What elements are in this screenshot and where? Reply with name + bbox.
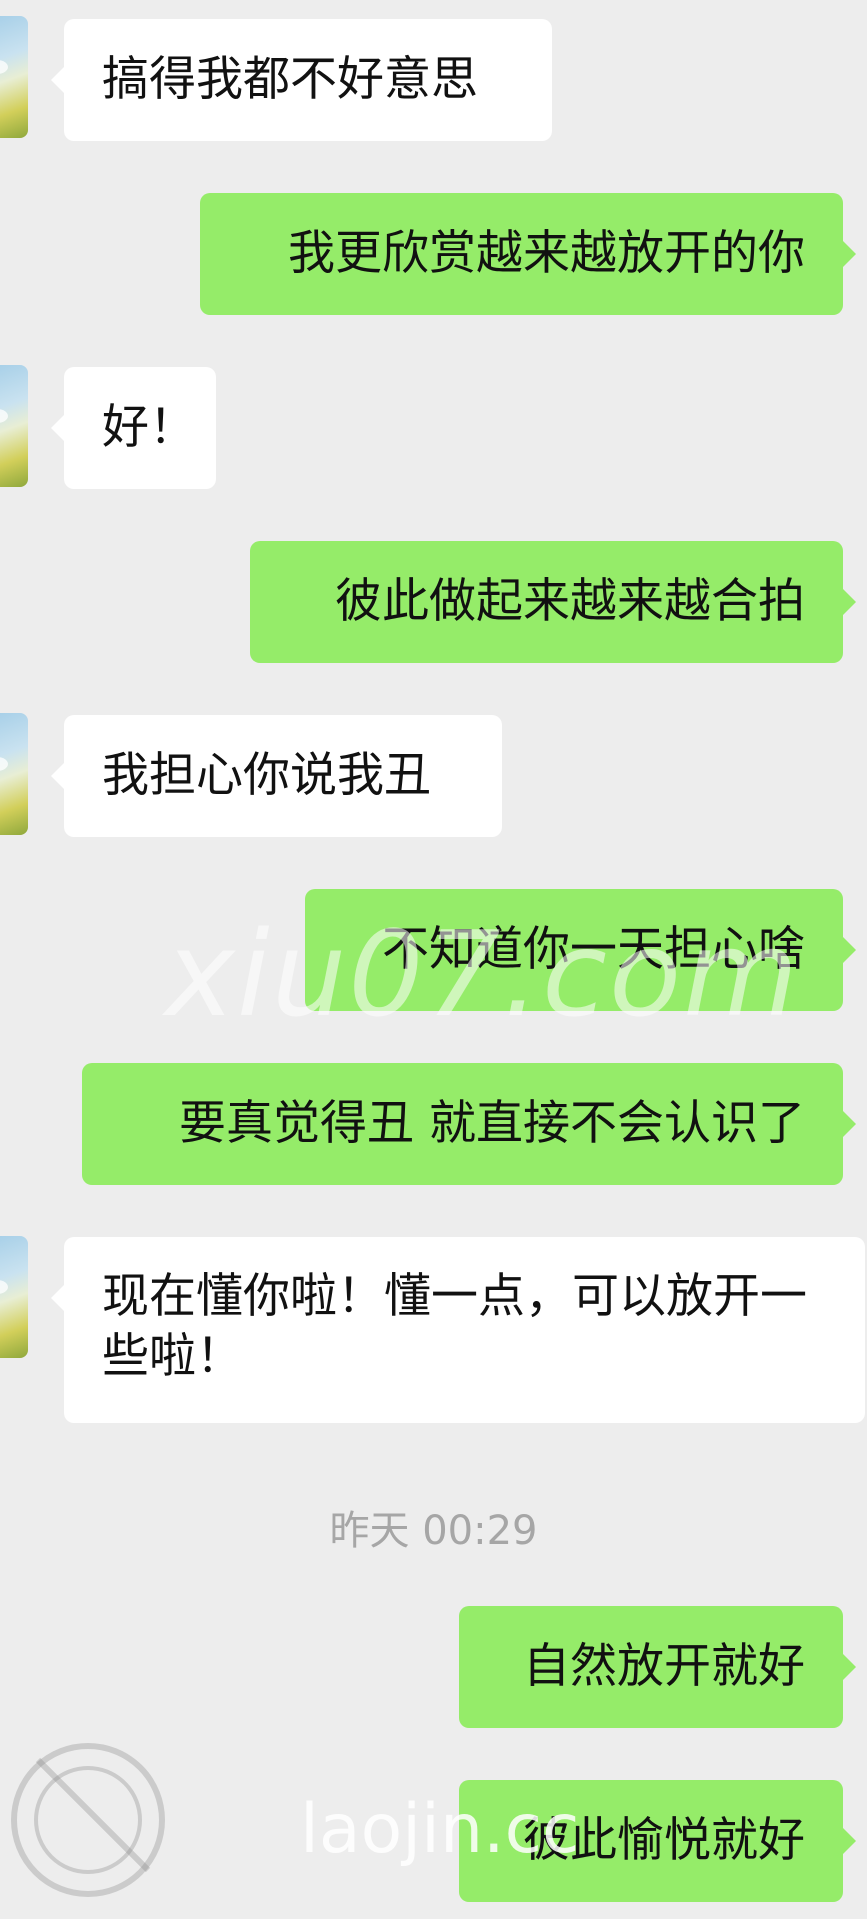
message-bubble-incoming[interactable]: 好！ <box>51 367 216 489</box>
contact-avatar[interactable] <box>0 16 28 138</box>
timestamp-divider: 昨天 00:29 <box>329 1508 538 1554</box>
watermark-text: laojin.cc <box>300 1790 580 1869</box>
message-text: 要真觉得丑 就直接不会认识了 <box>179 1096 805 1151</box>
message-bubble-incoming[interactable]: 我担心你说我丑 <box>51 715 502 837</box>
message-bubble-outgoing[interactable]: 自然放开就好 <box>459 1606 856 1728</box>
message-text: 彼此做起来越来越合拍 <box>335 574 805 629</box>
message-text: 好！ <box>102 400 196 455</box>
message-text: 我更欣赏越来越放开的你 <box>288 226 805 281</box>
message-text: 现在懂你啦！懂一点，可以放开一些啦！ <box>102 1269 807 1384</box>
message-text: 自然放开就好 <box>523 1639 805 1694</box>
message-text: 搞得我都不好意思 <box>102 52 478 107</box>
watermark-text: xiu07.com <box>165 905 801 1043</box>
contact-avatar[interactable] <box>0 365 28 487</box>
contact-avatar[interactable] <box>0 713 28 835</box>
message-bubble-incoming[interactable]: 现在懂你啦！懂一点，可以放开一些啦！ <box>51 1237 865 1423</box>
message-text: 我担心你说我丑 <box>102 748 431 803</box>
message-bubble-outgoing[interactable]: 彼此做起来越来越合拍 <box>250 541 856 663</box>
contact-avatar[interactable] <box>0 1236 28 1358</box>
watermark-seal-icon <box>11 1743 165 1897</box>
message-bubble-incoming[interactable]: 搞得我都不好意思 <box>51 19 552 141</box>
message-bubble-outgoing[interactable]: 要真觉得丑 就直接不会认识了 <box>82 1063 856 1185</box>
message-bubble-outgoing[interactable]: 我更欣赏越来越放开的你 <box>200 193 856 315</box>
